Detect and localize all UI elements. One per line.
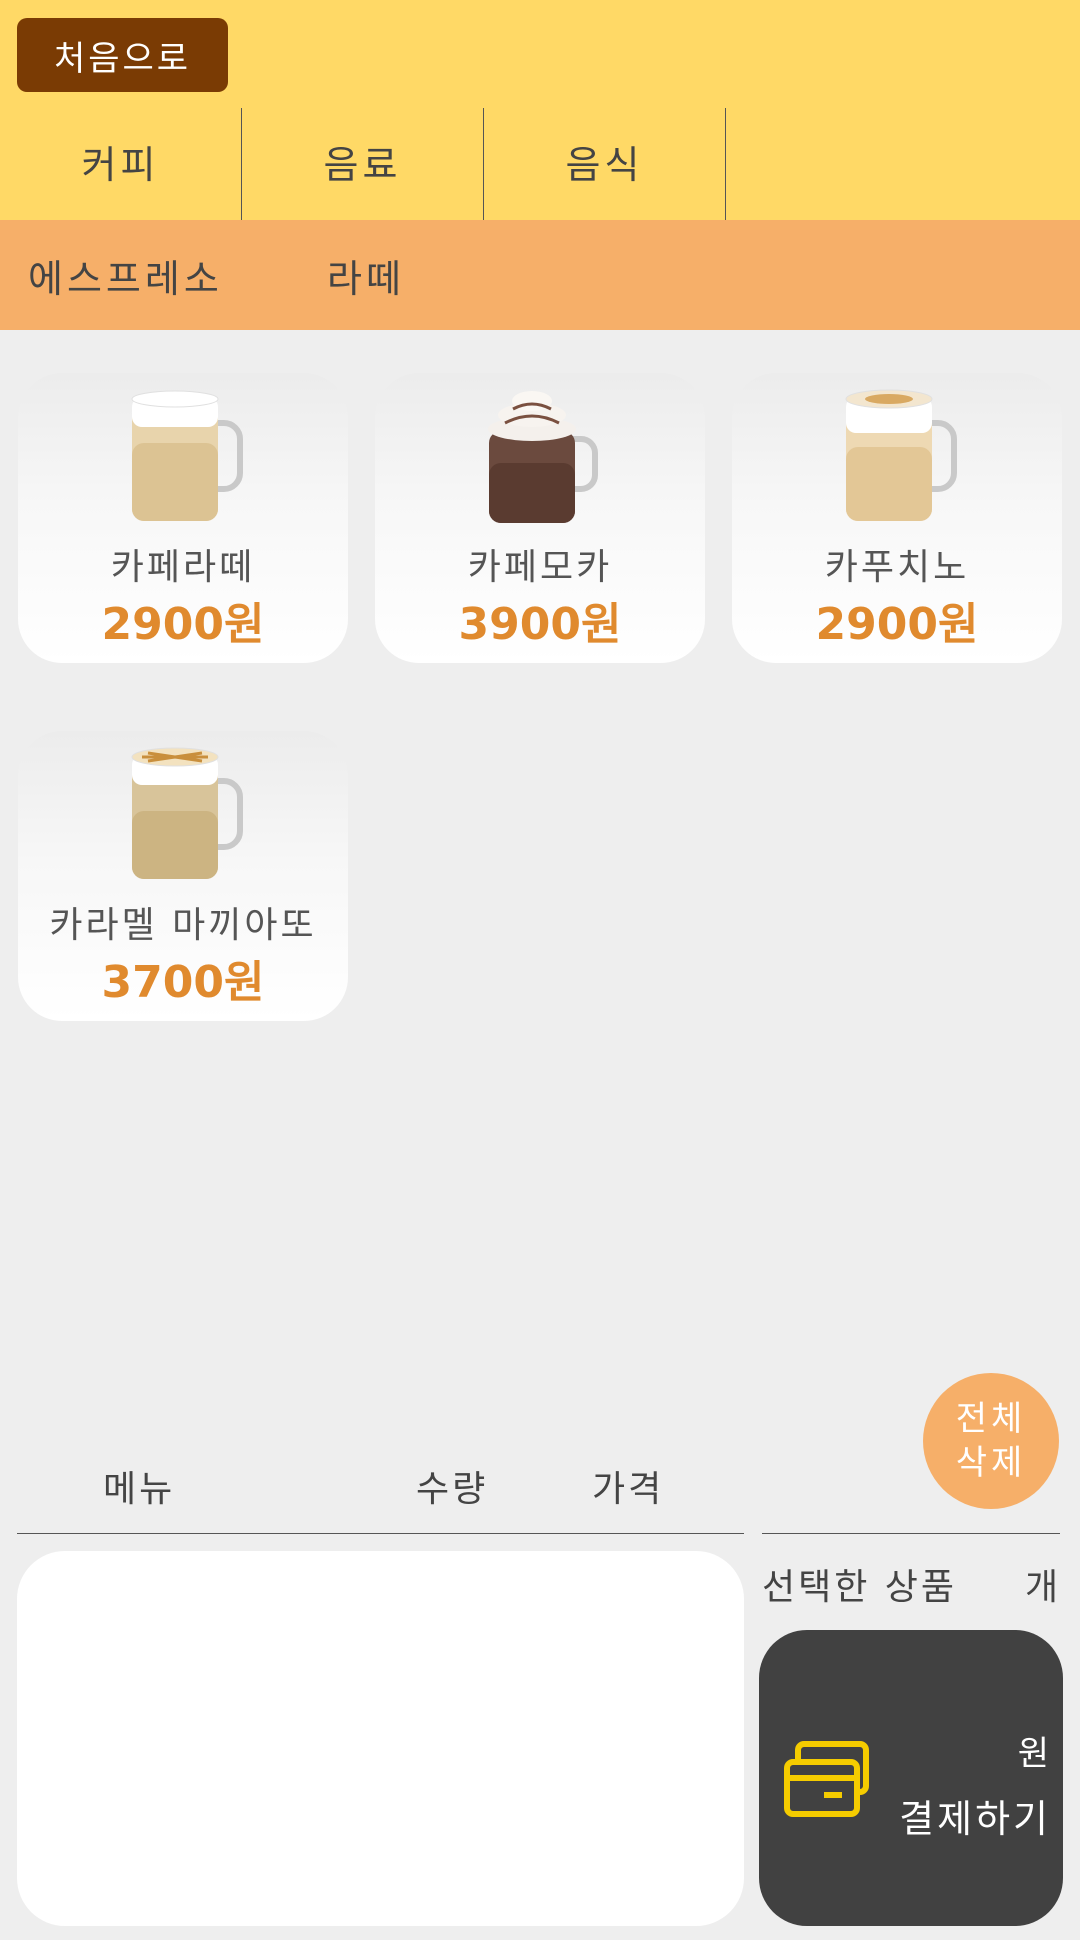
product-name: 카푸치노 <box>824 547 970 588</box>
cart-header-quantity: 수량 <box>416 1469 489 1510</box>
subtab-espresso[interactable]: 에스프레소 <box>28 220 223 330</box>
cart-header-price: 가격 <box>592 1469 665 1510</box>
tab-food[interactable]: 음식 <box>484 108 726 220</box>
top-bar: 처음으로 커피 음료 음식 <box>0 0 1080 220</box>
product-name: 카페모카 <box>467 547 613 588</box>
total-price-unit: 원 <box>1017 1734 1049 1774</box>
tab-drinks[interactable]: 음료 <box>242 108 484 220</box>
tab-coffee[interactable]: 커피 <box>0 108 242 220</box>
product-card-caramel-macchiato[interactable]: 카라멜 마끼아또 3700원 <box>18 731 348 1021</box>
product-name: 카페라떼 <box>110 547 256 588</box>
selected-count-label: 선택한 상품 <box>762 1567 958 1608</box>
clear-label-line2: 삭제 <box>955 1443 1027 1483</box>
product-price: 2900원 <box>101 599 265 650</box>
pay-label: 결제하기 <box>899 1797 1051 1841</box>
product-card-cafe-latte[interactable]: 카페라떼 2900원 <box>18 373 348 663</box>
summary-divider <box>762 1533 1060 1534</box>
product-card-cafe-mocha[interactable]: 카페모카 3900원 <box>375 373 705 663</box>
home-button[interactable]: 처음으로 <box>17 18 228 92</box>
latte-mug-icon <box>18 383 348 533</box>
product-price: 3900원 <box>458 599 622 650</box>
pay-button[interactable]: 원 결제하기 <box>759 1630 1063 1926</box>
product-name: 카라멜 마끼아또 <box>49 905 317 946</box>
product-price: 3700원 <box>101 957 265 1008</box>
category-tabs: 커피 음료 음식 <box>0 108 726 220</box>
clear-all-button[interactable]: 전체 삭제 <box>923 1373 1059 1509</box>
cart-list[interactable] <box>17 1551 744 1926</box>
cart-divider <box>17 1533 744 1534</box>
caramel-macchiato-mug-icon <box>18 741 348 891</box>
mocha-mug-icon <box>375 383 705 533</box>
product-card-cappuccino[interactable]: 카푸치노 2900원 <box>732 373 1062 663</box>
clear-label-line1: 전체 <box>955 1399 1027 1439</box>
selected-count-unit: 개 <box>1025 1567 1059 1608</box>
subtab-latte[interactable]: 라떼 <box>327 220 405 330</box>
credit-card-icon <box>784 1740 870 1824</box>
cappuccino-mug-icon <box>732 383 1062 533</box>
product-price: 2900원 <box>815 599 979 650</box>
cart-header-menu: 메뉴 <box>103 1469 176 1510</box>
subcategory-bar: 에스프레소 라떼 <box>0 220 1080 330</box>
